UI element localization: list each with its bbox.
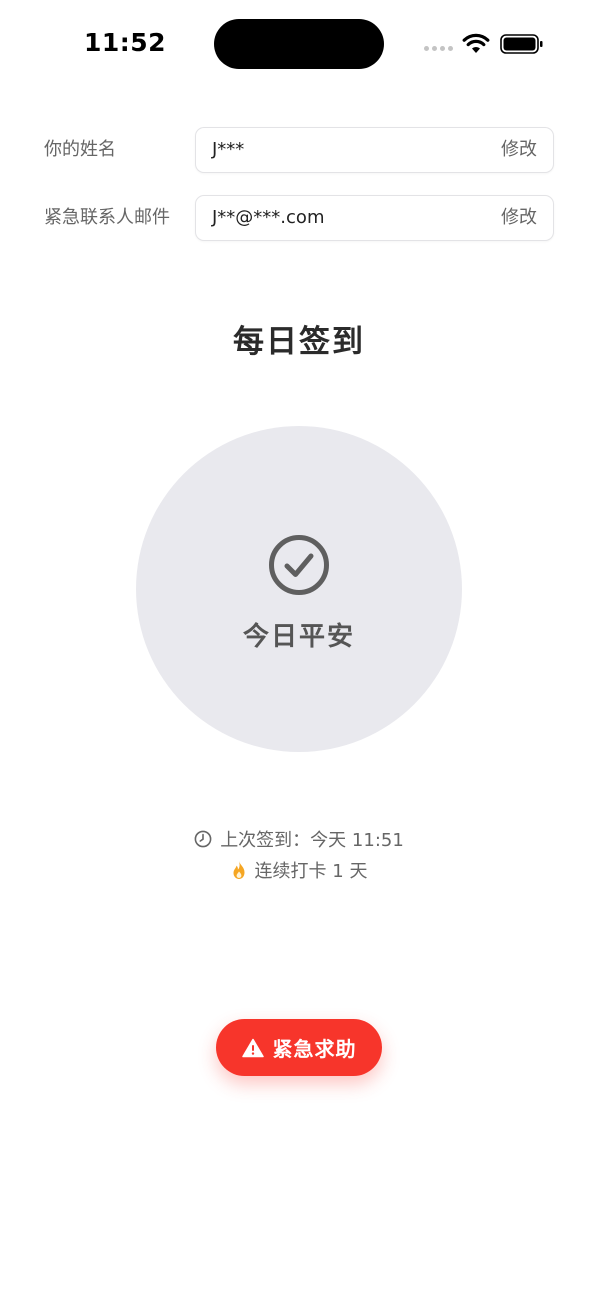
edit-name-button[interactable]: 修改 xyxy=(501,128,537,172)
streak-text: 连续打卡 1 天 xyxy=(254,861,368,882)
name-value: J*** xyxy=(212,139,245,160)
name-field[interactable]: J*** 修改 xyxy=(195,127,554,173)
check-circle-icon xyxy=(269,535,329,595)
name-label: 你的姓名 xyxy=(44,139,116,160)
flame-icon xyxy=(233,861,245,879)
battery-icon xyxy=(500,34,543,54)
emergency-contact-row: 紧急联系人邮件 J**@***.com 修改 xyxy=(44,195,554,241)
edit-emergency-contact-button[interactable]: 修改 xyxy=(501,196,537,240)
emergency-contact-value: J**@***.com xyxy=(212,207,325,228)
status-time: 11:52 xyxy=(84,28,167,57)
emergency-contact-label: 紧急联系人邮件 xyxy=(44,207,170,228)
checkin-button-label: 今日平安 xyxy=(242,622,355,652)
checkin-button[interactable]: 今日平安 xyxy=(136,426,462,752)
warning-triangle-icon xyxy=(241,1038,264,1057)
wifi-icon xyxy=(462,33,490,53)
screen: 11:52 你的姓名 J*** 修改 紧急联系人邮件 J**@***.com 修… xyxy=(0,0,598,1300)
clock-icon xyxy=(194,830,212,848)
last-checkin-text: 上次签到：今天 11:51 xyxy=(220,830,404,851)
name-row: 你的姓名 J*** 修改 xyxy=(44,127,554,173)
page-title: 每日签到 xyxy=(233,324,365,360)
emergency-help-label: 紧急求助 xyxy=(272,1037,357,1061)
streak-info: 连续打卡 1 天 xyxy=(0,858,598,882)
cellular-signal-icon xyxy=(424,46,453,51)
last-checkin-info: 上次签到：今天 11:51 xyxy=(0,827,598,851)
emergency-contact-field[interactable]: J**@***.com 修改 xyxy=(195,195,554,241)
emergency-help-button[interactable]: 紧急求助 xyxy=(216,1019,382,1076)
dynamic-island xyxy=(214,19,384,69)
